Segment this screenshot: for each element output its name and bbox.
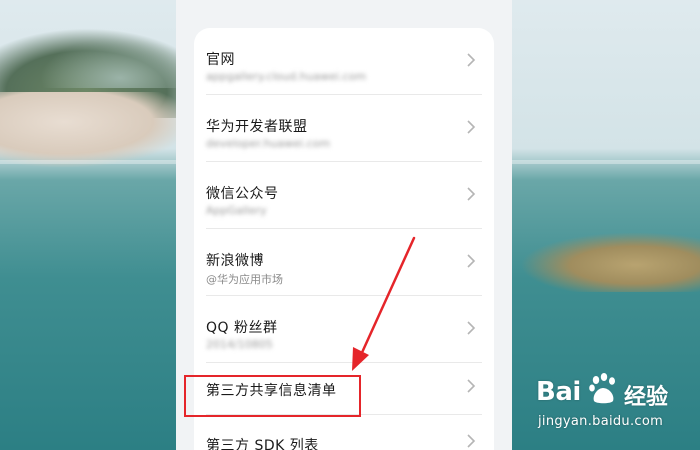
background-sand-dune	[0, 92, 190, 167]
list-item-title: 官网	[206, 52, 235, 68]
chevron-right-icon	[467, 187, 476, 201]
highlight-box	[184, 375, 361, 417]
background-reed-island	[520, 232, 700, 292]
list-item-title: 新浪微博	[206, 253, 264, 269]
list-item-title: 第三方 SDK 列表	[206, 438, 319, 450]
list-item-subtitle: AppGallery	[206, 204, 267, 217]
list-item-title: QQ 粉丝群	[206, 320, 278, 336]
list-item-title: 华为开发者联盟	[206, 119, 308, 135]
baidu-jingyan-watermark: Bai 经验 jingyan.baidu.com	[536, 373, 696, 433]
list-item-subtitle: 2014/10805	[206, 338, 273, 351]
list-item-sina-weibo[interactable]: 新浪微博 @华为应用市场	[206, 229, 482, 296]
chevron-right-icon	[467, 53, 476, 67]
chevron-right-icon	[467, 379, 476, 393]
list-item-third-party-sdk[interactable]: 第三方 SDK 列表	[206, 415, 482, 450]
watermark-brand-text: Bai	[536, 377, 581, 407]
watermark-url: jingyan.baidu.com	[538, 414, 664, 429]
list-item-title: 微信公众号	[206, 186, 279, 202]
list-item-subtitle: appgallery.cloud.huawei.com	[206, 70, 367, 83]
chevron-right-icon	[467, 120, 476, 134]
list-item-developer-alliance[interactable]: 华为开发者联盟 developer.huawei.com	[206, 95, 482, 162]
list-item-qq-fan-group[interactable]: QQ 粉丝群 2014/10805	[206, 296, 482, 363]
list-item-subtitle: @华为应用市场	[206, 273, 283, 286]
list-item-wechat-account[interactable]: 微信公众号 AppGallery	[206, 162, 482, 229]
paw-logo-icon	[589, 373, 615, 404]
watermark-jingyan-text: 经验	[624, 385, 669, 410]
list-item-subtitle: developer.huawei.com	[206, 137, 331, 150]
chevron-right-icon	[467, 434, 476, 448]
chevron-right-icon	[467, 321, 476, 335]
list-item-official-site[interactable]: 官网 appgallery.cloud.huawei.com	[206, 28, 482, 95]
chevron-right-icon	[467, 254, 476, 268]
